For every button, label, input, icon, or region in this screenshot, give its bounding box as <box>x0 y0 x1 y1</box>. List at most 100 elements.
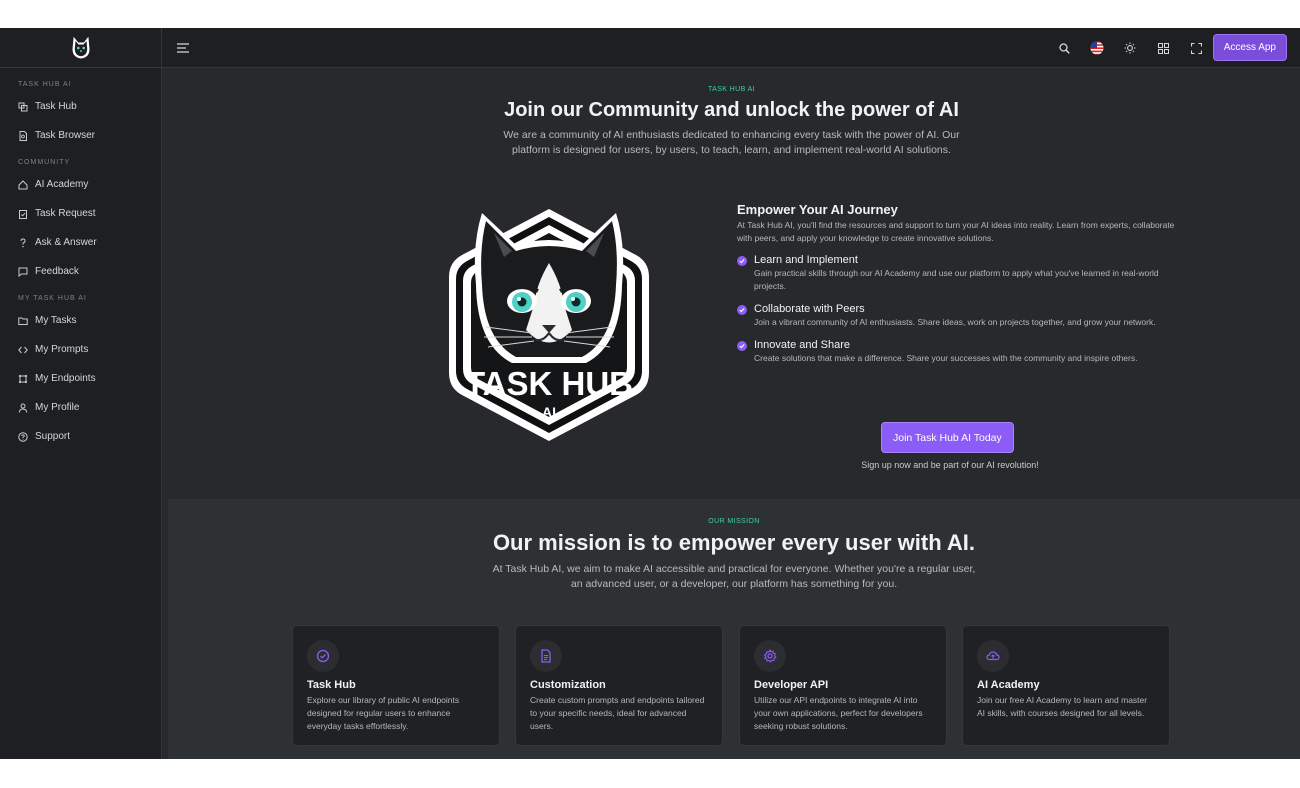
sidebar-item-my-profile[interactable]: My Profile <box>0 393 161 422</box>
hero-eyebrow: TASK HUB AI <box>707 86 756 93</box>
apps-button[interactable] <box>1155 40 1171 56</box>
feature-text: Create solutions that make a difference.… <box>754 353 1138 363</box>
us-flag-icon <box>1090 41 1104 55</box>
hero-subtitle-line: platform is designed for users, by users… <box>512 144 951 156</box>
card-title: Task Hub <box>307 679 356 691</box>
card-title: Customization <box>530 679 606 691</box>
fullscreen-icon <box>1190 42 1202 54</box>
sidebar-item-task-hub[interactable]: Task Hub <box>0 92 161 121</box>
endpoints-icon <box>18 374 28 383</box>
search-icon <box>1058 42 1070 54</box>
sidebar-section-title: COMMUNITY <box>18 159 71 166</box>
mission-subtitle: At Task Hub AI, we aim to make AI access… <box>168 562 1300 592</box>
feature-title: Innovate and Share <box>754 339 851 351</box>
mission-subtitle-line: At Task Hub AI, we aim to make AI access… <box>492 563 976 575</box>
sun-icon <box>1124 42 1136 54</box>
folder-icon <box>18 317 28 325</box>
task-hub-icon <box>18 102 28 111</box>
cat-logo-image: TASK HUB AI <box>449 209 649 441</box>
sidebar-item-my-tasks[interactable]: My Tasks <box>0 306 161 335</box>
sidebar-item-task-request[interactable]: Task Request <box>0 199 161 228</box>
check-circle-icon <box>737 341 747 351</box>
sidebar-item-label: My Profile <box>35 402 80 413</box>
hero-subtitle-line: We are a community of AI enthusiasts ded… <box>503 129 960 141</box>
feature-title: Collaborate with Peers <box>754 303 865 315</box>
sidebar-item-label: My Tasks <box>35 315 77 326</box>
card-icon-wrap <box>977 640 1009 672</box>
sidebar-item-label: Task Request <box>35 208 96 219</box>
sidebar-logo[interactable] <box>0 28 161 68</box>
mission-subtitle-line: an advanced user, or a developer, our pl… <box>570 578 898 590</box>
home-icon <box>18 179 28 189</box>
card-title: AI Academy <box>977 679 1040 691</box>
card-icon-wrap <box>754 640 786 672</box>
theme-toggle-button[interactable] <box>1122 40 1138 56</box>
hero-title: Join our Community and unlock the power … <box>504 99 959 121</box>
help-circle-icon <box>18 431 28 442</box>
card-title: Developer API <box>754 679 829 691</box>
feature-text: Gain practical skills through our AI Aca… <box>754 268 1159 291</box>
mission-title: Our mission is to empower every user wit… <box>492 530 976 555</box>
hero-subtitle: We are a community of AI enthusiasts ded… <box>163 128 1300 158</box>
hamburger-icon <box>177 43 189 53</box>
feature-card-task-hub[interactable]: Task Hub Explore our library of public A… <box>292 625 500 746</box>
logo-subtext: AI <box>542 404 556 420</box>
app-window: TASK HUB AI Task Hub Task Browser COMMUN… <box>0 28 1300 759</box>
mission-eyebrow: OUR MISSION <box>708 518 760 525</box>
access-app-button[interactable]: Access App <box>1212 34 1287 61</box>
user-icon <box>18 403 28 413</box>
sidebar: TASK HUB AI Task Hub Task Browser COMMUN… <box>0 28 162 759</box>
sidebar-item-label: My Prompts <box>35 344 89 355</box>
main-content: TASK HUB AI Join our Community and unloc… <box>163 69 1300 759</box>
feature-title: Learn and Implement <box>754 254 858 266</box>
sidebar-item-feedback[interactable]: Feedback <box>0 257 161 286</box>
logo-text: TASK HUB <box>465 365 633 402</box>
feature-item: Learn and Implement Gain practical skill… <box>737 254 1177 293</box>
check-badge-icon <box>316 649 330 663</box>
task-hub-logo: TASK HUB AI <box>446 205 652 445</box>
feature-card-developer-api[interactable]: Developer API Utilize our API endpoints … <box>739 625 947 746</box>
fullscreen-button[interactable] <box>1188 40 1204 56</box>
card-text: Utilize our API endpoints to integrate A… <box>754 695 923 731</box>
sidebar-item-task-browser[interactable]: Task Browser <box>0 121 161 150</box>
card-text: Create custom prompts and endpoints tail… <box>530 695 705 731</box>
feature-text: Join a vibrant community of AI enthusias… <box>754 317 1156 327</box>
card-icon-wrap <box>307 640 339 672</box>
feature-card-ai-academy[interactable]: AI Academy Join our free AI Academy to l… <box>962 625 1170 746</box>
join-note: Sign up now and be part of our AI revolu… <box>861 460 1039 470</box>
cat-logo-icon <box>71 36 90 59</box>
card-icon-wrap <box>530 640 562 672</box>
sidebar-item-label: Support <box>35 431 71 442</box>
grid-icon <box>1157 42 1169 54</box>
journey-section: Empower Your AI Journey At Task Hub AI, … <box>737 202 1177 365</box>
sidebar-item-label: My Endpoints <box>35 373 96 384</box>
feature-card-customization[interactable]: Customization Create custom prompts and … <box>515 625 723 746</box>
cloud-upload-icon <box>986 651 1000 661</box>
language-button[interactable] <box>1089 40 1105 56</box>
task-browser-icon <box>19 130 27 141</box>
sidebar-section-title: MY TASK HUB AI <box>18 295 87 302</box>
chat-icon <box>18 267 28 277</box>
sidebar-item-label: Ask & Answer <box>35 237 97 248</box>
sidebar-item-label: AI Academy <box>35 179 89 190</box>
code-icon <box>18 346 28 353</box>
menu-toggle-button[interactable] <box>175 40 191 56</box>
sidebar-item-my-prompts[interactable]: My Prompts <box>0 335 161 364</box>
card-text: Explore our library of public AI endpoin… <box>307 695 460 731</box>
journey-title: Empower Your AI Journey <box>737 202 898 217</box>
check-circle-icon <box>737 305 747 315</box>
sidebar-item-support[interactable]: Support <box>0 422 161 451</box>
join-button[interactable]: Join Task Hub AI Today <box>881 422 1014 453</box>
clipboard-icon <box>19 209 27 219</box>
card-text: Join our free AI Academy to learn and ma… <box>977 695 1148 718</box>
search-button[interactable] <box>1056 40 1072 56</box>
sidebar-item-my-endpoints[interactable]: My Endpoints <box>0 364 161 393</box>
sidebar-item-label: Task Browser <box>35 130 96 141</box>
sidebar-item-ai-academy[interactable]: AI Academy <box>0 170 161 199</box>
check-circle-icon <box>737 256 747 266</box>
feature-item: Innovate and Share Create solutions that… <box>737 339 1177 365</box>
sidebar-item-ask-answer[interactable]: Ask & Answer <box>0 228 161 257</box>
question-icon <box>20 237 26 247</box>
mission-section: OUR MISSION Our mission is to empower ev… <box>168 499 1300 759</box>
sidebar-item-label: Feedback <box>35 266 79 277</box>
